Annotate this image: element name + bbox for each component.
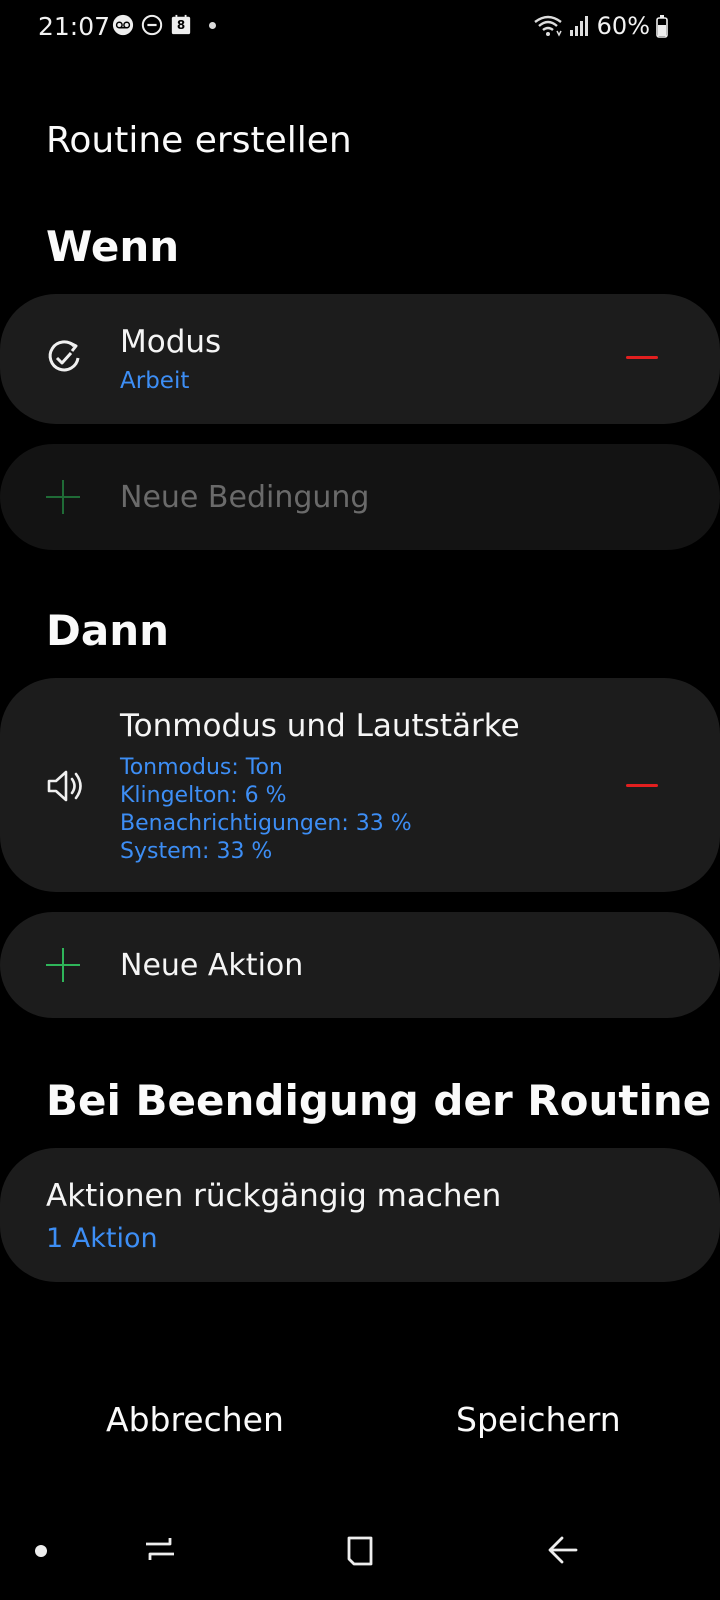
condition-subtitle: Arbeit — [120, 368, 190, 394]
undo-actions-count: 1 Aktion — [46, 1223, 158, 1254]
status-time: 21:07 — [38, 12, 111, 41]
save-button[interactable]: Speichern — [456, 1400, 621, 1439]
add-condition-button[interactable]: Neue Bedingung — [0, 444, 720, 550]
dnd-icon — [141, 14, 163, 36]
remove-action-button[interactable] — [622, 766, 662, 806]
back-icon[interactable] — [542, 1530, 582, 1570]
wifi-icon — [533, 15, 562, 37]
cancel-button[interactable]: Abbrechen — [106, 1400, 284, 1439]
bottom-actions: Abbrechen Speichern — [0, 1400, 720, 1460]
section-title-dann: Dann — [46, 606, 170, 655]
add-action-button[interactable]: Neue Aktion — [0, 912, 720, 1018]
plus-icon — [46, 480, 80, 514]
plus-icon — [46, 948, 80, 982]
battery-icon — [656, 15, 668, 38]
undo-actions-title: Aktionen rückgängig machen — [46, 1178, 502, 1214]
calendar-icon: 8 — [170, 14, 192, 36]
condition-title: Modus — [120, 324, 222, 360]
action-card-sound[interactable]: Tonmodus und Lautstärke Tonmodus: Ton Kl… — [0, 678, 720, 892]
action-detail-benachrichtigungen: Benachrichtigungen: 33 % — [120, 811, 412, 836]
remove-condition-button[interactable] — [622, 338, 662, 378]
dot-icon — [209, 21, 216, 29]
speaker-icon — [47, 770, 82, 802]
mode-check-icon — [48, 340, 80, 372]
action-detail-tonmodus: Tonmodus: Ton — [120, 755, 283, 780]
action-detail-system: System: 33 % — [120, 839, 273, 864]
status-icons-left: 8 — [112, 14, 216, 36]
home-icon[interactable] — [340, 1530, 380, 1570]
nav-dot-icon[interactable] — [35, 1545, 47, 1557]
action-detail-klingelton: Klingelton: 6 % — [120, 783, 287, 808]
calendar-day: 8 — [176, 18, 186, 32]
add-condition-label: Neue Bedingung — [120, 480, 370, 515]
section-title-end: Bei Beendigung der Routine — [46, 1076, 712, 1125]
recent-apps-icon[interactable] — [140, 1530, 180, 1570]
condition-card-modus[interactable]: Modus Arbeit — [0, 294, 720, 424]
add-action-label: Neue Aktion — [120, 948, 304, 983]
status-icons-right: 60% — [533, 12, 668, 40]
navigation-bar — [0, 1510, 720, 1600]
page-title: Routine erstellen — [46, 120, 352, 161]
voicemail-icon — [112, 14, 134, 36]
signal-icon — [569, 16, 588, 36]
status-bar: 21:07 8 60% — [0, 0, 720, 54]
action-title: Tonmodus und Lautstärke — [120, 708, 520, 744]
undo-actions-item[interactable]: Aktionen rückgängig machen 1 Aktion — [0, 1148, 720, 1282]
battery-percent: 60% — [596, 12, 650, 40]
section-title-wenn: Wenn — [46, 222, 180, 271]
